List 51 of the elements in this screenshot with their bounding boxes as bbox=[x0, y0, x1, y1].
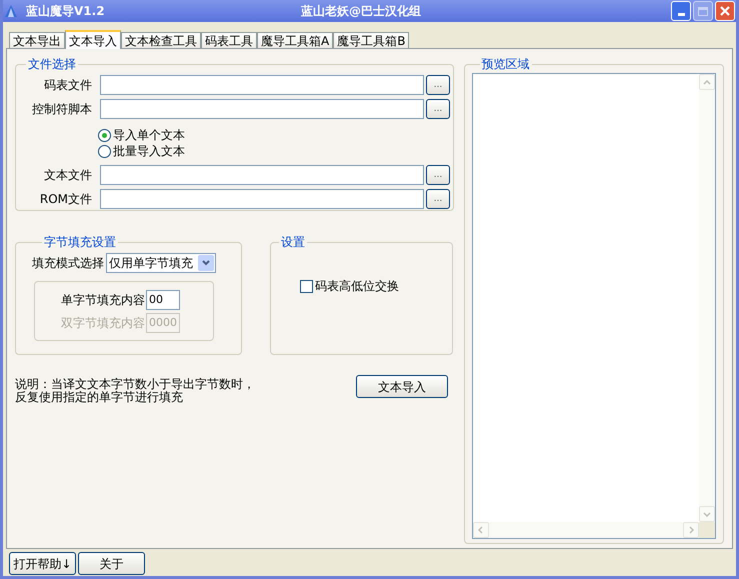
minimize-button[interactable] bbox=[671, 1, 691, 21]
maximize-icon bbox=[698, 6, 708, 16]
tab[interactable]: 文本导出 bbox=[9, 32, 65, 48]
group-title: 设置 bbox=[280, 234, 306, 251]
field-label: 控制符脚本 bbox=[31, 101, 93, 118]
checkbox[interactable] bbox=[300, 280, 313, 292]
field-label: ROM文件 bbox=[38, 191, 93, 208]
group-title: 字节填充设置 bbox=[43, 234, 117, 251]
tab[interactable]: 魔导工具箱B bbox=[333, 32, 410, 48]
fill-mode-dropdown[interactable]: 仅用单字节填充 bbox=[106, 253, 216, 273]
radio-label: 批量导入文本 bbox=[113, 143, 185, 160]
tab[interactable]: 文本检查工具 bbox=[121, 32, 201, 48]
tab[interactable]: 码表工具 bbox=[201, 32, 257, 48]
close-button[interactable] bbox=[715, 1, 735, 21]
fill-content-label: 双字节填充内容 bbox=[60, 314, 145, 332]
scrollbar-corner bbox=[699, 522, 715, 538]
scroll-left-icon[interactable] bbox=[472, 522, 488, 538]
file-path-field[interactable] bbox=[100, 75, 424, 95]
note-text: 说明：当译文文本字节数小于导出字节数时， bbox=[15, 378, 256, 391]
checkbox-label: 码表高低位交换 bbox=[315, 278, 399, 295]
group-title: 文件选择 bbox=[27, 56, 77, 73]
fill-mode-label: 填充模式选择 bbox=[32, 255, 104, 272]
radio-label: 导入单个文本 bbox=[113, 127, 185, 144]
fill-content-label: 单字节填充内容 bbox=[60, 292, 145, 308]
note-text: 反复使用指定的单字节进行填充 bbox=[15, 391, 184, 404]
vertical-scrollbar[interactable] bbox=[699, 74, 715, 522]
horizontal-scrollbar[interactable] bbox=[472, 522, 699, 538]
footer-button[interactable]: 打开帮助↓ bbox=[9, 552, 76, 575]
field-label: 文本文件 bbox=[43, 167, 93, 184]
tab[interactable]: 魔导工具箱A bbox=[257, 32, 334, 48]
file-path-field[interactable] bbox=[100, 165, 424, 185]
file-path-field[interactable] bbox=[100, 99, 424, 119]
file-path-field[interactable] bbox=[100, 189, 424, 209]
tab[interactable]: 文本导入 bbox=[65, 30, 121, 49]
browse-button[interactable]: ... bbox=[426, 189, 450, 209]
scroll-up-icon[interactable] bbox=[699, 74, 715, 90]
minimize-icon bbox=[678, 13, 684, 16]
field-label: 码表文件 bbox=[43, 77, 93, 94]
radio-button[interactable] bbox=[98, 128, 111, 142]
window-title: 蓝山魔导V1.2 bbox=[26, 3, 106, 20]
browse-button[interactable]: ... bbox=[426, 165, 450, 185]
footer-button[interactable]: 关于 bbox=[78, 552, 145, 575]
mountain-icon bbox=[4, 4, 18, 18]
import-button[interactable]: 文本导入 bbox=[356, 375, 448, 398]
radio-button[interactable] bbox=[98, 144, 111, 158]
close-icon bbox=[719, 5, 731, 17]
browse-button[interactable]: ... bbox=[426, 75, 450, 95]
group-title: 预览区域 bbox=[480, 56, 530, 73]
window-subtitle: 蓝山老妖@巴士汉化组 bbox=[301, 3, 421, 20]
fill-content-field[interactable]: 00 bbox=[146, 290, 180, 310]
browse-button[interactable]: ... bbox=[426, 99, 450, 119]
